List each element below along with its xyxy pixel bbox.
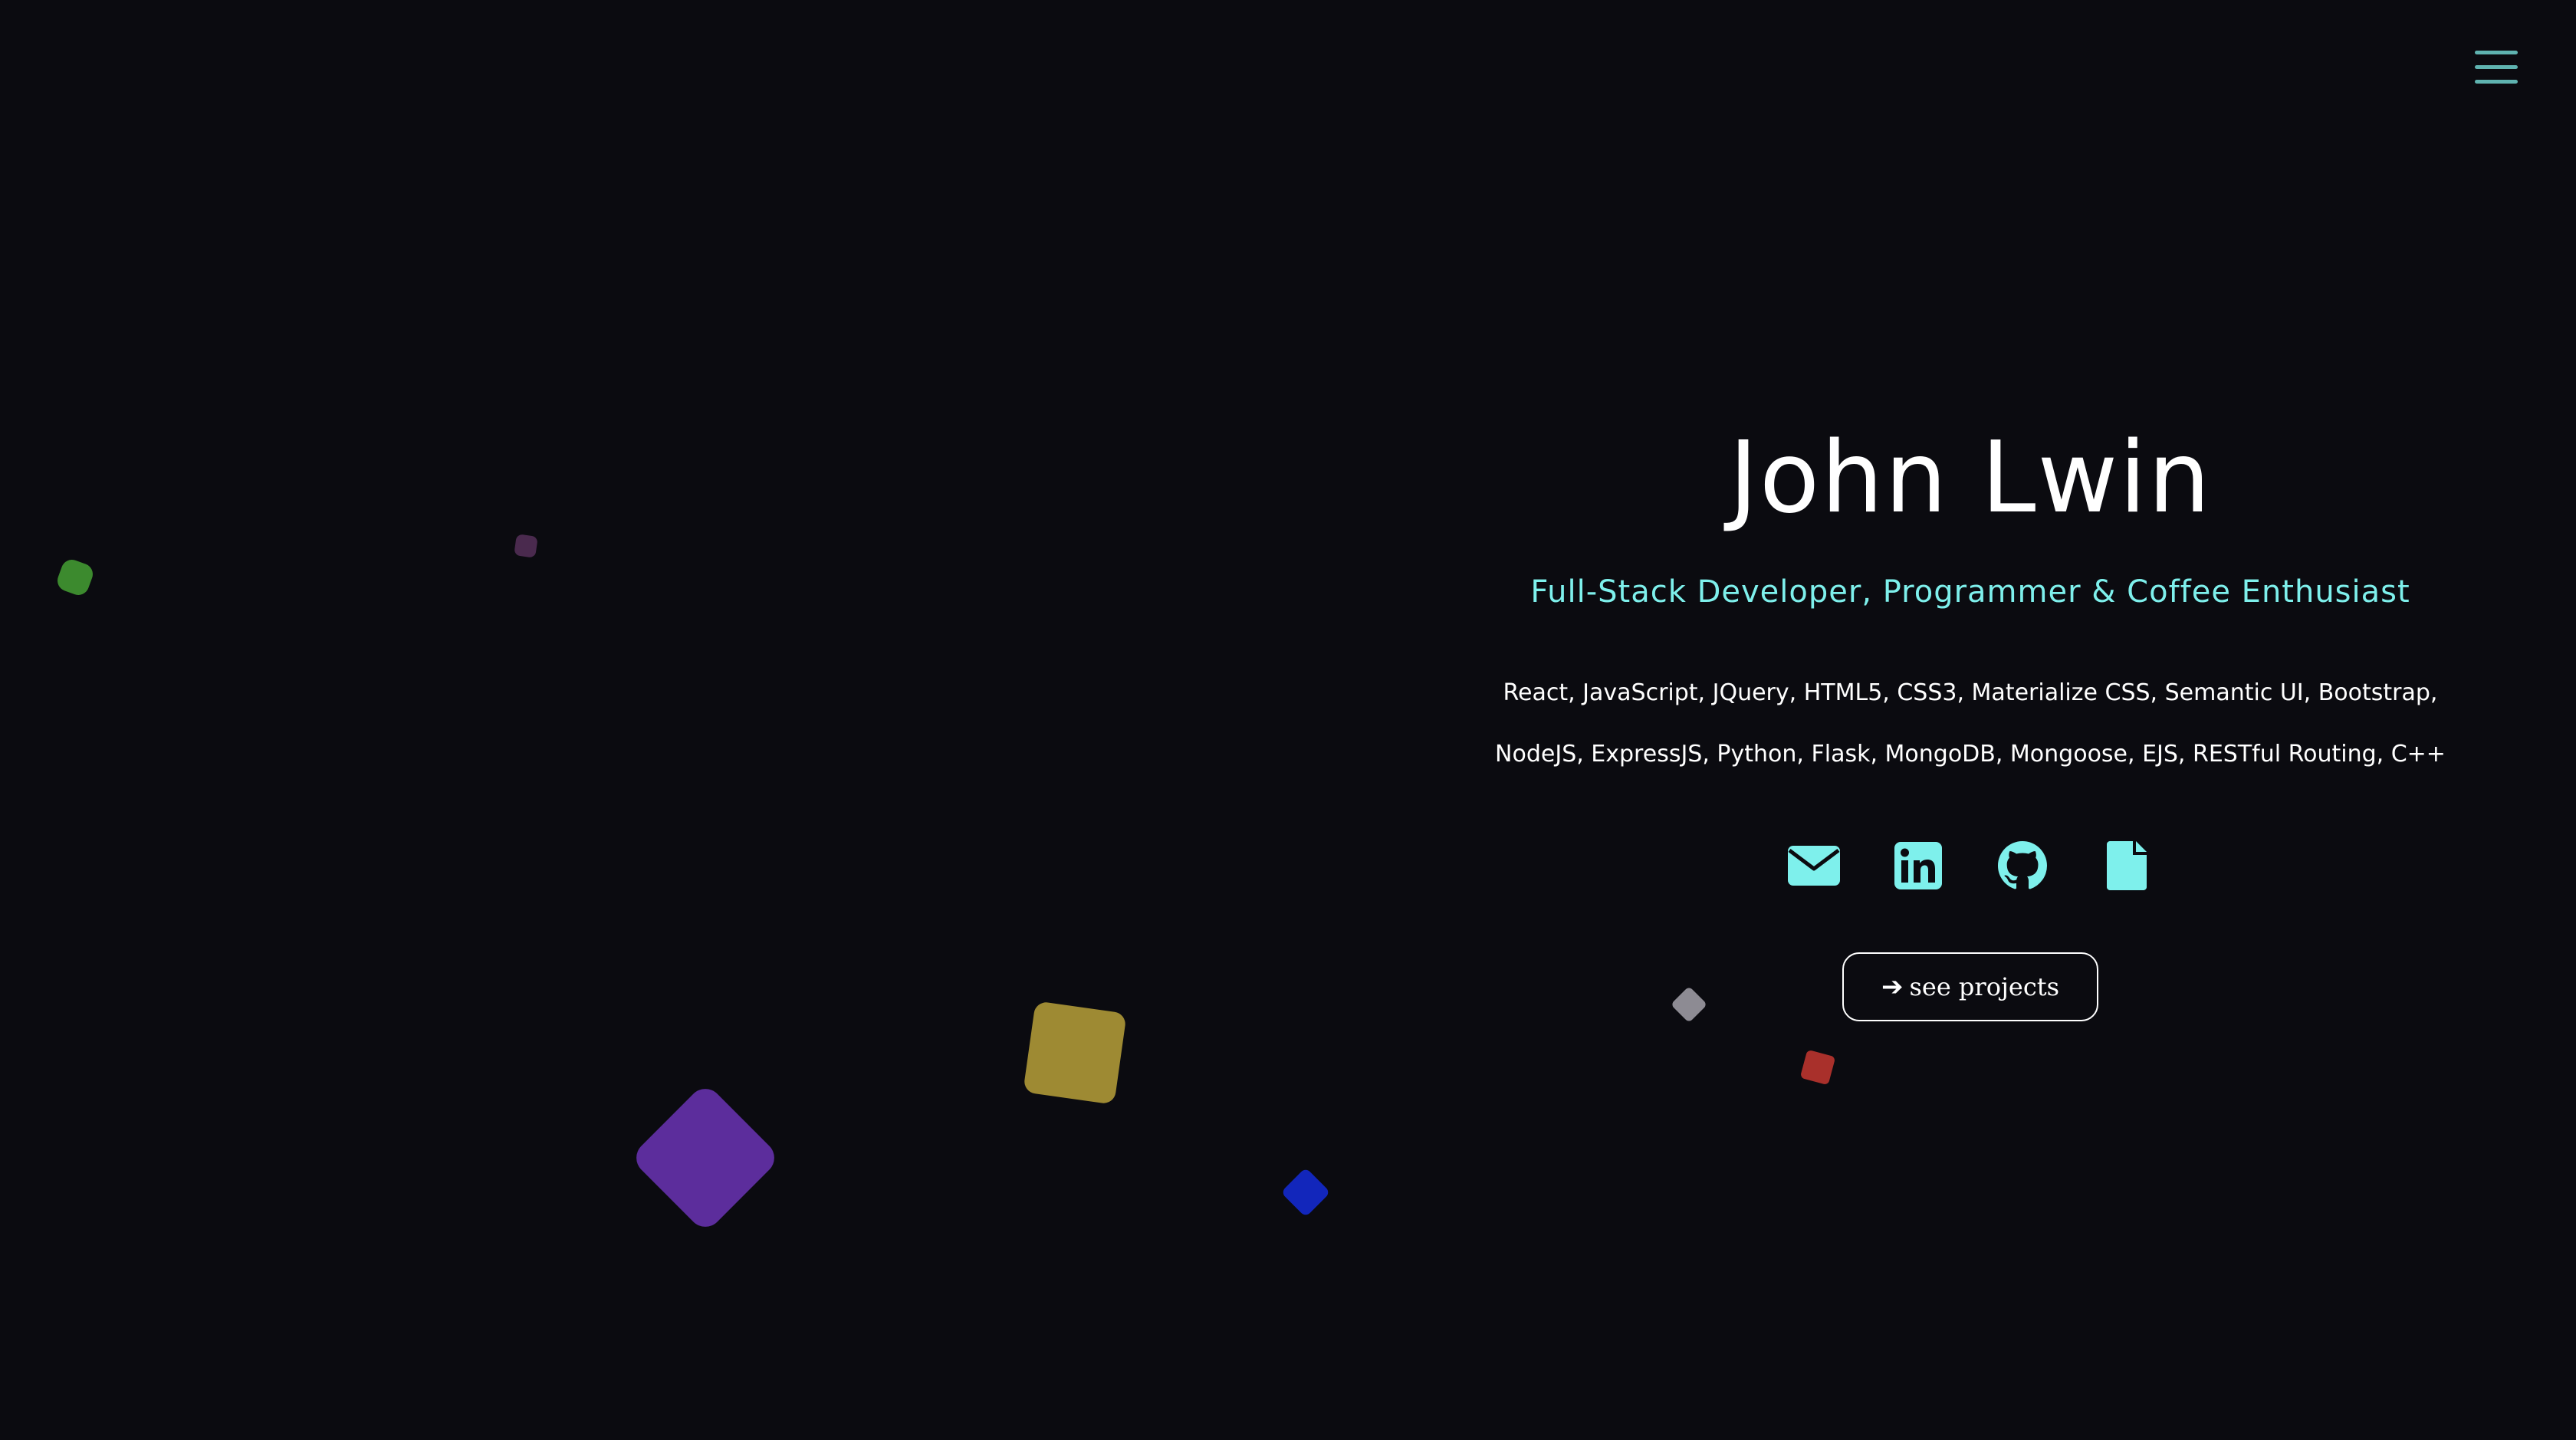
cta-container: ➔ see projects [1426, 952, 2515, 1021]
decorative-shape-blue [1280, 1167, 1331, 1218]
github-icon [1998, 841, 2047, 890]
social-links [1426, 840, 2515, 891]
see-projects-label: see projects [1909, 972, 2060, 1001]
skills-line-1: React, JavaScript, JQuery, HTML5, CSS3, … [1503, 679, 2438, 706]
hero-subtitle: Full-Stack Developer, Programmer & Coffe… [1530, 574, 2410, 610]
linkedin-link[interactable] [1891, 840, 1945, 891]
arrow-right-icon: ➔ [1881, 972, 1904, 1002]
decorative-shape-olive [1023, 1001, 1127, 1105]
hamburger-menu-icon-bar [2475, 51, 2518, 54]
email-icon [1788, 846, 1840, 886]
skills-list: React, JavaScript, JQuery, HTML5, CSS3, … [1426, 662, 2515, 785]
decorative-shape-green [54, 557, 96, 598]
hero-section: John Lwin Full-Stack Developer, Programm… [1426, 429, 2515, 1021]
see-projects-button[interactable]: ➔ see projects [1842, 952, 2098, 1021]
hero-name: John Lwin [1729, 421, 2212, 535]
decorative-shape-red [1799, 1049, 1836, 1086]
resume-link[interactable] [2100, 840, 2154, 891]
email-link[interactable] [1787, 840, 1841, 891]
linkedin-icon [1894, 842, 1942, 889]
menu-button[interactable] [2475, 51, 2521, 86]
hamburger-menu-icon-bar [2475, 65, 2518, 69]
decorative-shape-purple [629, 1082, 781, 1234]
github-link[interactable] [1996, 840, 2049, 891]
skills-line-2: NodeJS, ExpressJS, Python, Flask, MongoD… [1495, 741, 2446, 768]
decorative-shape-plum [514, 534, 538, 558]
resume-file-icon [2107, 841, 2147, 890]
hamburger-menu-icon-bar [2475, 80, 2518, 84]
